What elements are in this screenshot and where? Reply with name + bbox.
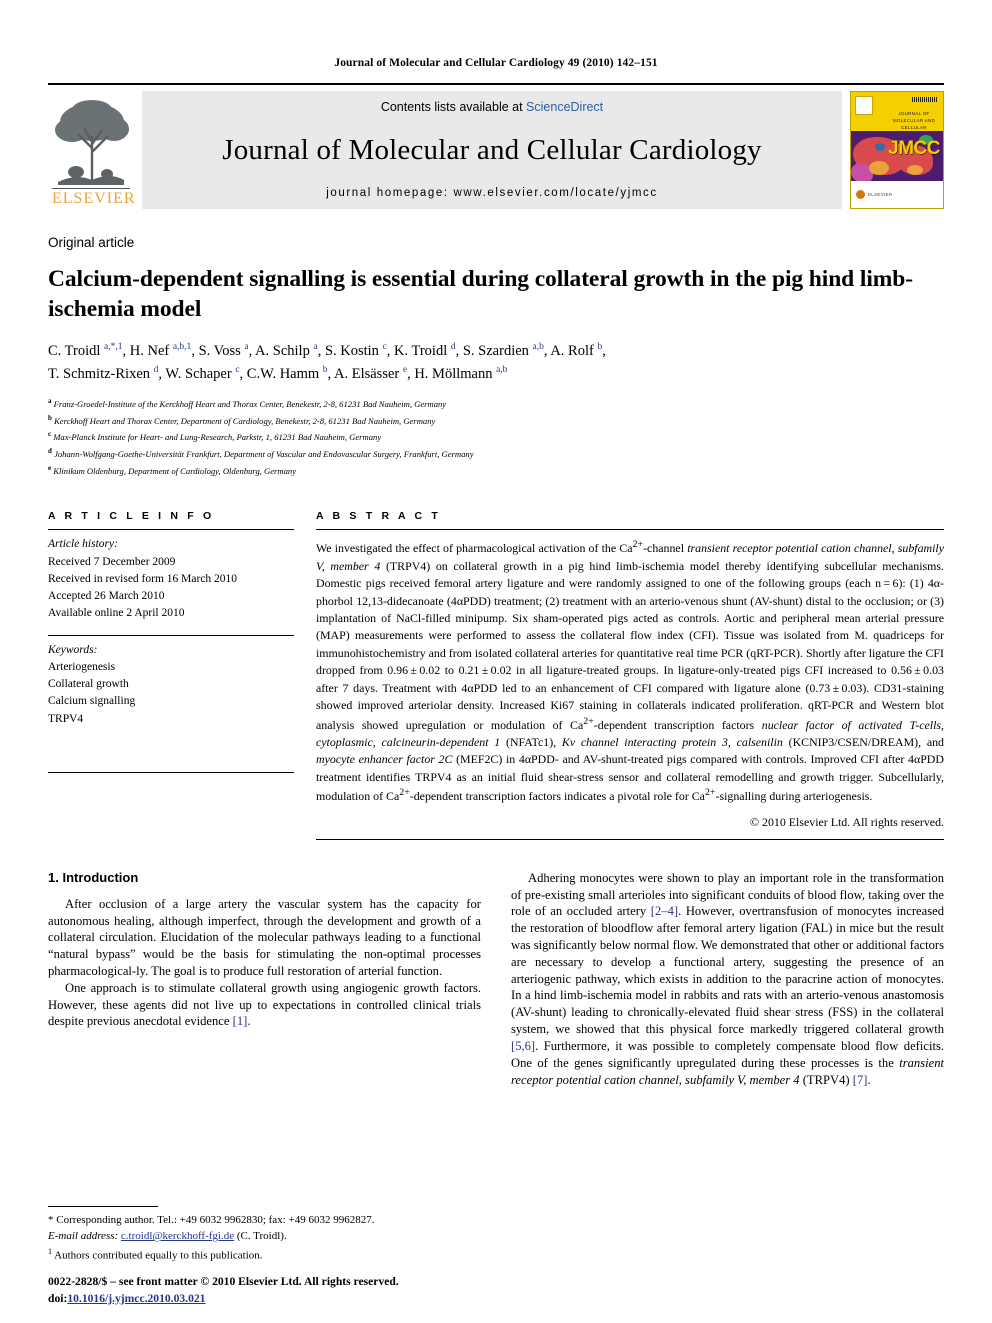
abstract-copyright: © 2010 Elsevier Ltd. All rights reserved… bbox=[750, 814, 944, 829]
footnote-email: E-mail address: c.troidl@kerckhoff-fgi.d… bbox=[48, 1229, 471, 1245]
cover-footer-mark-icon bbox=[856, 190, 865, 199]
article-info-heading: A R T I C L E I N F O bbox=[48, 510, 215, 523]
email-suffix: (C. Troidl). bbox=[236, 1230, 287, 1243]
journal-homepage[interactable]: journal homepage: www.elsevier.com/locat… bbox=[326, 187, 658, 199]
affiliation-text: Kerckhoff Heart and Thorax Center, Depar… bbox=[54, 415, 436, 426]
body-column-right: Adhering monocytes were shown to play an… bbox=[511, 870, 944, 1089]
author-line-2: T. Schmitz-Rixen d, W. Schaper c, C.W. H… bbox=[48, 364, 508, 382]
article-type: Original article bbox=[48, 235, 135, 250]
journal-band: Contents lists available at ScienceDirec… bbox=[142, 91, 842, 209]
section-heading-introduction: 1. Introduction bbox=[48, 869, 139, 885]
footnote-corresponding-author: * Corresponding author. Tel.: +49 6032 9… bbox=[48, 1213, 375, 1226]
affiliation-text: Max-Planck Institute for Heart- and Lung… bbox=[53, 432, 382, 443]
journal-masthead: ELSEVIER Contents lists available at Sci… bbox=[48, 83, 944, 209]
author-line-1: C. Troidl a,*,1, H. Nef a,b,1, S. Voss a… bbox=[48, 342, 606, 360]
imprint-line: 0022-2828/$ – see front matter © 2010 El… bbox=[48, 1275, 399, 1289]
sciencedirect-link[interactable]: ScienceDirect bbox=[526, 100, 603, 114]
article-history-label: Article history: bbox=[48, 538, 118, 551]
footnote-equal-contribution: 1 Authors contributed equally to this pu… bbox=[48, 1246, 263, 1262]
history-item: Available online 2 April 2010 bbox=[48, 607, 185, 620]
cover-footer: ELSEVIER bbox=[851, 181, 943, 208]
imprint-block: 0022-2828/$ – see front matter © 2010 El… bbox=[48, 1274, 478, 1307]
intro-paragraph-3: Adhering monocytes were shown to play an… bbox=[511, 870, 945, 1087]
affiliation-item: a Franz-Groedel-Institute of the Kerckho… bbox=[48, 395, 944, 412]
cover-barcode-icon bbox=[912, 97, 938, 102]
cover-acronym: JMCC bbox=[888, 138, 940, 159]
contents-line: Contents lists available at ScienceDirec… bbox=[381, 100, 603, 114]
affiliation-mark: a bbox=[48, 397, 52, 406]
keywords-label: Keywords: bbox=[48, 643, 98, 656]
history-item: Accepted 26 March 2010 bbox=[48, 590, 165, 603]
history-item: Received 7 December 2009 bbox=[48, 555, 176, 568]
info-abstract-region: A R T I C L E I N F O Article history: R… bbox=[48, 510, 945, 840]
intro-paragraph-1: After occlusion of a large artery the va… bbox=[48, 896, 481, 979]
paper-page: Journal of Molecular and Cellular Cardio… bbox=[0, 0, 992, 1323]
page-title: Calcium-dependent signalling is essentia… bbox=[48, 266, 913, 323]
abstract-column: A B S T R A C T We investigated the effe… bbox=[316, 510, 945, 840]
doi-link[interactable]: 10.1016/j.yjmcc.2010.03.021 bbox=[67, 1292, 205, 1305]
affiliation-item: b Kerckhoff Heart and Thorax Center, Dep… bbox=[48, 412, 944, 429]
affiliation-item: d Johann-Wolfgang-Goethe-Universität Fra… bbox=[48, 445, 944, 462]
history-item: Received in revised form 16 March 2010 bbox=[48, 572, 238, 585]
email-link[interactable]: c.troidl@kerckhoff-fgi.de bbox=[121, 1230, 234, 1242]
doi-label: doi: bbox=[48, 1291, 68, 1305]
cover-elsevier-mark-icon bbox=[855, 96, 873, 115]
keyword-item: Calcium signalling bbox=[48, 695, 136, 708]
running-head: Journal of Molecular and Cellular Cardio… bbox=[334, 57, 658, 69]
affiliation-mark: b bbox=[48, 413, 52, 422]
affiliation-text: Johann-Wolfgang-Goethe-Universität Frank… bbox=[54, 448, 474, 459]
elsevier-tree-icon bbox=[52, 96, 130, 189]
contents-prefix: Contents lists available at bbox=[380, 100, 527, 114]
keyword-item: TRPV4 bbox=[48, 712, 84, 725]
keyword-item: Collateral growth bbox=[48, 678, 129, 691]
intro-paragraph-2: One approach is to stimulate collateral … bbox=[48, 980, 481, 1029]
article-info-bottom-rule bbox=[48, 771, 294, 773]
affiliation-text: Franz-Groedel-Institute of the Kerckhoff… bbox=[53, 398, 447, 409]
elsevier-wordmark: ELSEVIER bbox=[52, 188, 136, 208]
footnote-rule bbox=[48, 1205, 158, 1207]
affiliation-list: a Franz-Groedel-Institute of the Kerckho… bbox=[48, 395, 944, 478]
body-columns: 1. Introduction After occlusion of a lar… bbox=[48, 870, 944, 1089]
affiliation-mark: c bbox=[48, 430, 52, 439]
email-label: E-mail address: bbox=[48, 1230, 119, 1243]
abstract-heading: A B S T R A C T bbox=[316, 510, 441, 523]
footnotes-block: * Corresponding author. Tel.: +49 6032 9… bbox=[48, 1205, 471, 1265]
keywords-block: Keywords: Arteriogenesis Collateral grow… bbox=[48, 636, 294, 728]
elsevier-logo: ELSEVIER bbox=[48, 91, 136, 209]
author-list: C. Troidl a,*,1, H. Nef a,b,1, S. Voss a… bbox=[48, 340, 944, 385]
article-info-column: A R T I C L E I N F O Article history: R… bbox=[48, 510, 294, 839]
abstract-text: We investigated the effect of pharmacolo… bbox=[316, 539, 945, 804]
affiliation-mark: e bbox=[48, 463, 52, 472]
abstract-bottom-rule bbox=[316, 838, 944, 840]
affiliation-item: c Max-Planck Institute for Heart- and Lu… bbox=[48, 428, 944, 445]
affiliation-item: e Klinikum Oldenburg, Department of Card… bbox=[48, 462, 944, 479]
article-history: Article history: Received 7 December 200… bbox=[48, 530, 294, 622]
journal-cover-thumbnail: JOURNAL OF MOLECULAR AND CELLULAR CARDIO… bbox=[850, 91, 944, 209]
affiliation-text: Klinikum Oldenburg, Department of Cardio… bbox=[53, 465, 297, 476]
journal-title: Journal of Molecular and Cellular Cardio… bbox=[222, 134, 762, 166]
affiliation-mark: d bbox=[48, 447, 52, 456]
cover-footer-text: ELSEVIER bbox=[868, 192, 893, 197]
keyword-item: Arteriogenesis bbox=[48, 660, 116, 673]
body-column-left: 1. Introduction After occlusion of a lar… bbox=[48, 870, 481, 1089]
doi-line: doi:10.1016/j.yjmcc.2010.03.021 bbox=[48, 1291, 478, 1307]
